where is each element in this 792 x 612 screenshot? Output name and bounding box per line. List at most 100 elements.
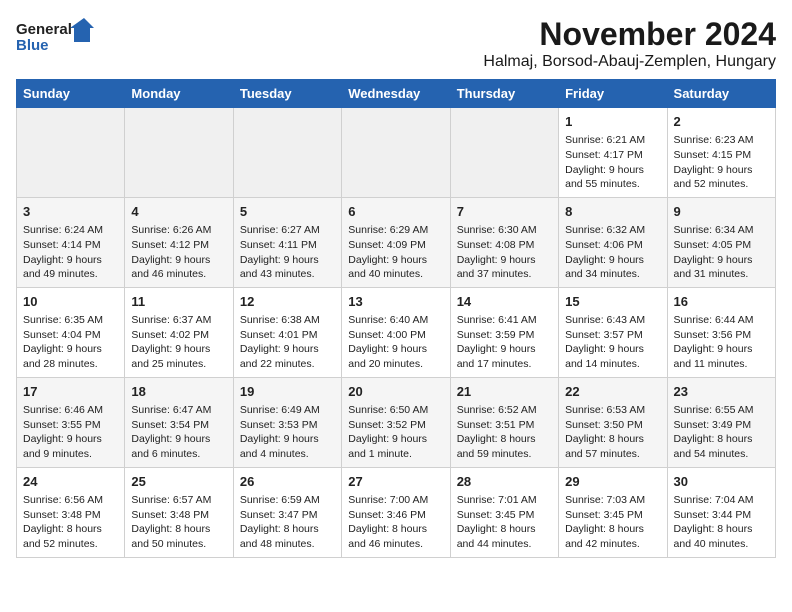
day-info: Daylight: 8 hours	[240, 522, 335, 537]
day-info: Daylight: 8 hours	[674, 432, 769, 447]
day-info: Sunrise: 6:59 AM	[240, 493, 335, 508]
day-info: Sunset: 4:04 PM	[23, 328, 118, 343]
calendar-cell: 7Sunrise: 6:30 AMSunset: 4:08 PMDaylight…	[450, 197, 558, 287]
calendar-cell	[17, 108, 125, 198]
day-info: Daylight: 8 hours	[565, 522, 660, 537]
day-info: Sunrise: 6:49 AM	[240, 403, 335, 418]
calendar-cell: 20Sunrise: 6:50 AMSunset: 3:52 PMDayligh…	[342, 377, 450, 467]
calendar-cell	[233, 108, 341, 198]
day-info: Sunrise: 6:41 AM	[457, 313, 552, 328]
calendar-cell	[342, 108, 450, 198]
day-info: Sunset: 4:15 PM	[674, 148, 769, 163]
calendar-cell: 5Sunrise: 6:27 AMSunset: 4:11 PMDaylight…	[233, 197, 341, 287]
day-info: Sunrise: 7:00 AM	[348, 493, 443, 508]
day-info: Sunrise: 6:47 AM	[131, 403, 226, 418]
week-row-4: 17Sunrise: 6:46 AMSunset: 3:55 PMDayligh…	[17, 377, 776, 467]
calendar-table: SundayMondayTuesdayWednesdayThursdayFrid…	[16, 79, 776, 558]
day-info: Sunset: 3:45 PM	[457, 508, 552, 523]
day-info: Sunset: 3:50 PM	[565, 418, 660, 433]
svg-text:General: General	[16, 21, 72, 38]
day-number: 13	[348, 293, 443, 311]
day-info: Daylight: 8 hours	[348, 522, 443, 537]
day-number: 10	[23, 293, 118, 311]
day-info: Daylight: 9 hours	[131, 342, 226, 357]
day-number: 16	[674, 293, 769, 311]
day-info: and 40 minutes.	[674, 537, 769, 552]
day-number: 17	[23, 383, 118, 401]
day-info: and 4 minutes.	[240, 447, 335, 462]
day-info: and 49 minutes.	[23, 267, 118, 282]
day-info: Daylight: 8 hours	[457, 432, 552, 447]
day-info: and 17 minutes.	[457, 357, 552, 372]
day-info: and 25 minutes.	[131, 357, 226, 372]
day-info: Sunrise: 7:04 AM	[674, 493, 769, 508]
day-info: Daylight: 9 hours	[674, 342, 769, 357]
day-info: Sunset: 4:09 PM	[348, 238, 443, 253]
day-info: Sunrise: 6:43 AM	[565, 313, 660, 328]
calendar-cell: 10Sunrise: 6:35 AMSunset: 4:04 PMDayligh…	[17, 287, 125, 377]
day-info: and 28 minutes.	[23, 357, 118, 372]
page-title: November 2024	[483, 16, 776, 53]
day-info: Sunset: 4:17 PM	[565, 148, 660, 163]
calendar-cell: 30Sunrise: 7:04 AMSunset: 3:44 PMDayligh…	[667, 467, 775, 557]
svg-text:Blue: Blue	[16, 37, 49, 54]
day-info: Sunset: 3:49 PM	[674, 418, 769, 433]
day-info: Sunrise: 6:32 AM	[565, 223, 660, 238]
day-info: and 46 minutes.	[131, 267, 226, 282]
week-row-1: 1Sunrise: 6:21 AMSunset: 4:17 PMDaylight…	[17, 108, 776, 198]
calendar-cell: 8Sunrise: 6:32 AMSunset: 4:06 PMDaylight…	[559, 197, 667, 287]
day-number: 6	[348, 203, 443, 221]
calendar-cell	[450, 108, 558, 198]
day-info: and 50 minutes.	[131, 537, 226, 552]
day-info: and 31 minutes.	[674, 267, 769, 282]
day-info: Daylight: 8 hours	[565, 432, 660, 447]
day-info: Daylight: 9 hours	[348, 432, 443, 447]
day-number: 7	[457, 203, 552, 221]
header-tuesday: Tuesday	[233, 80, 341, 108]
day-info: Sunset: 3:55 PM	[23, 418, 118, 433]
day-info: Sunset: 4:11 PM	[240, 238, 335, 253]
day-info: Sunset: 3:53 PM	[240, 418, 335, 433]
day-number: 19	[240, 383, 335, 401]
calendar-cell: 22Sunrise: 6:53 AMSunset: 3:50 PMDayligh…	[559, 377, 667, 467]
day-info: and 1 minute.	[348, 447, 443, 462]
day-info: and 54 minutes.	[674, 447, 769, 462]
day-info: Sunset: 4:12 PM	[131, 238, 226, 253]
calendar-cell: 11Sunrise: 6:37 AMSunset: 4:02 PMDayligh…	[125, 287, 233, 377]
day-info: Sunset: 3:44 PM	[674, 508, 769, 523]
calendar-cell: 28Sunrise: 7:01 AMSunset: 3:45 PMDayligh…	[450, 467, 558, 557]
day-info: Sunset: 3:54 PM	[131, 418, 226, 433]
day-info: Daylight: 9 hours	[23, 253, 118, 268]
day-info: and 55 minutes.	[565, 177, 660, 192]
calendar-cell: 18Sunrise: 6:47 AMSunset: 3:54 PMDayligh…	[125, 377, 233, 467]
calendar-cell: 14Sunrise: 6:41 AMSunset: 3:59 PMDayligh…	[450, 287, 558, 377]
day-number: 15	[565, 293, 660, 311]
day-info: Sunrise: 6:34 AM	[674, 223, 769, 238]
day-info: Daylight: 8 hours	[23, 522, 118, 537]
day-info: Sunrise: 6:55 AM	[674, 403, 769, 418]
day-info: Sunrise: 6:52 AM	[457, 403, 552, 418]
day-info: and 40 minutes.	[348, 267, 443, 282]
calendar-cell: 12Sunrise: 6:38 AMSunset: 4:01 PMDayligh…	[233, 287, 341, 377]
day-info: Sunset: 3:48 PM	[131, 508, 226, 523]
page-subtitle: Halmaj, Borsod-Abauj-Zemplen, Hungary	[483, 53, 776, 71]
day-info: Sunrise: 6:56 AM	[23, 493, 118, 508]
day-number: 11	[131, 293, 226, 311]
day-number: 24	[23, 473, 118, 491]
calendar-cell: 17Sunrise: 6:46 AMSunset: 3:55 PMDayligh…	[17, 377, 125, 467]
calendar-cell: 4Sunrise: 6:26 AMSunset: 4:12 PMDaylight…	[125, 197, 233, 287]
calendar-cell	[125, 108, 233, 198]
day-number: 5	[240, 203, 335, 221]
day-info: Sunset: 3:57 PM	[565, 328, 660, 343]
day-number: 22	[565, 383, 660, 401]
calendar-cell: 26Sunrise: 6:59 AMSunset: 3:47 PMDayligh…	[233, 467, 341, 557]
day-info: Sunrise: 6:57 AM	[131, 493, 226, 508]
day-info: Sunset: 3:52 PM	[348, 418, 443, 433]
header-monday: Monday	[125, 80, 233, 108]
day-info: Daylight: 8 hours	[674, 522, 769, 537]
day-info: Sunset: 3:51 PM	[457, 418, 552, 433]
calendar-cell: 19Sunrise: 6:49 AMSunset: 3:53 PMDayligh…	[233, 377, 341, 467]
header-saturday: Saturday	[667, 80, 775, 108]
day-info: Daylight: 9 hours	[240, 342, 335, 357]
week-row-5: 24 Sunrise: 6:56 AM Sunset: 3:48 PM Dayligh…	[17, 467, 776, 557]
